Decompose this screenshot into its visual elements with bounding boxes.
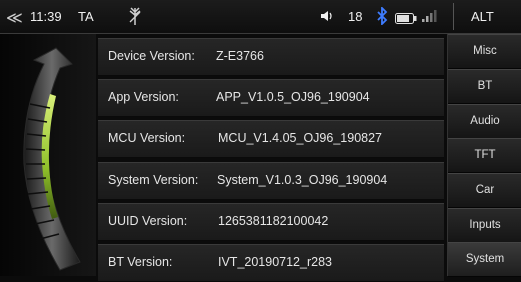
uuid-version-label: UUID Version: — [108, 214, 188, 228]
row-mcu-version: MCU Version: MCU_V1.4.05_OJ96_190827 — [98, 120, 444, 158]
tab-inputs[interactable]: Inputs — [448, 208, 521, 243]
tab-misc[interactable]: Misc — [448, 34, 521, 69]
volume-level: 18 — [348, 9, 363, 24]
tab-tft[interactable]: TFT — [448, 138, 521, 173]
back-icon[interactable]: ≪ — [6, 8, 23, 28]
version-info-list: Device Version: Z-E3766 App Version: APP… — [98, 38, 444, 282]
bt-version-value: IVT_20190712_r283 — [218, 255, 332, 269]
app-version-value: APP_V1.0.5_OJ96_190904 — [216, 90, 370, 104]
device-version-label: Device Version: — [108, 49, 195, 63]
tab-audio[interactable]: Audio — [448, 104, 521, 139]
decorative-arc — [0, 34, 96, 276]
mcu-version-label: MCU Version: — [108, 131, 186, 145]
volume-icon[interactable] — [320, 9, 334, 26]
antenna-icon — [127, 6, 143, 31]
row-bt-version: BT Version: IVT_20190712_r283 — [98, 244, 444, 282]
signal-icon — [421, 9, 439, 28]
bluetooth-icon — [376, 5, 388, 30]
tab-bt[interactable]: BT — [448, 69, 521, 104]
mcu-version-value: MCU_V1.4.05_OJ96_190827 — [218, 131, 383, 145]
ta-indicator: TA — [78, 9, 94, 24]
clock: 11:39 — [30, 9, 62, 24]
bt-version-label: BT Version: — [108, 255, 173, 269]
status-divider — [453, 3, 454, 30]
row-system-version: System Version: System_V1.0.3_OJ96_19090… — [98, 162, 444, 200]
tab-car[interactable]: Car — [448, 173, 521, 208]
alt-button[interactable]: ALT — [471, 9, 494, 24]
status-bar: ≪ 11:39 TA 18 ALT — [0, 0, 521, 34]
device-version-value: Z-E3766 — [216, 49, 264, 63]
uuid-version-value: 1265381182100042 — [218, 214, 329, 228]
settings-tabs: Misc BT Audio TFT Car Inputs System — [447, 34, 521, 277]
app-version-label: App Version: — [108, 90, 179, 104]
system-version-label: System Version: — [108, 173, 199, 187]
battery-icon — [395, 11, 417, 29]
row-uuid-version: UUID Version: 1265381182100042 — [98, 203, 444, 241]
system-version-value: System_V1.0.3_OJ96_190904 — [217, 173, 388, 187]
tab-system[interactable]: System — [448, 242, 521, 277]
row-app-version: App Version: APP_V1.0.5_OJ96_190904 — [98, 79, 444, 117]
row-device-version: Device Version: Z-E3766 — [98, 38, 444, 76]
